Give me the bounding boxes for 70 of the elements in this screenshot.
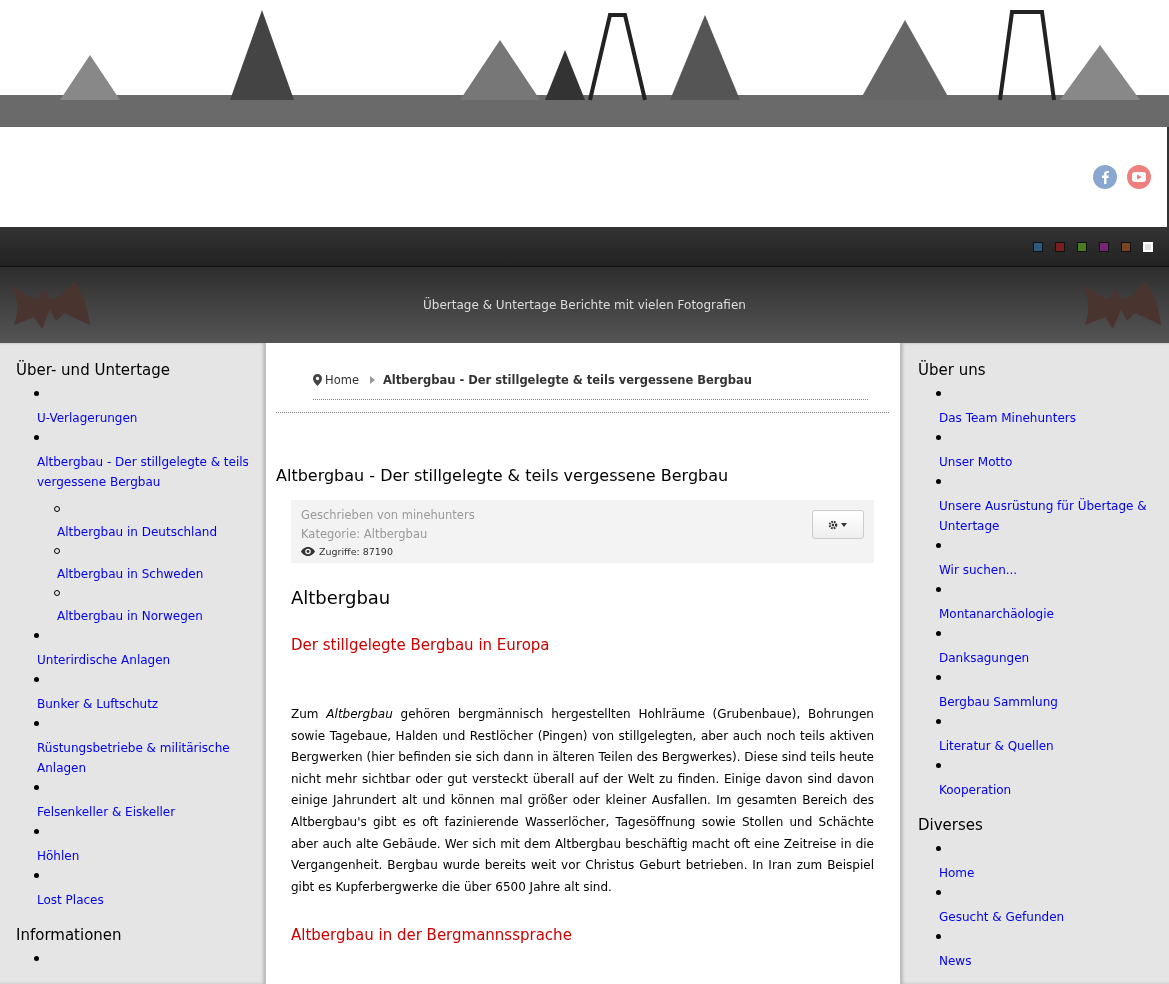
bullet-icon <box>936 846 941 851</box>
bullet-icon <box>936 763 941 768</box>
menu-link[interactable]: Gesucht & Gefunden <box>938 907 1154 927</box>
breadcrumb-current: Altbergbau - Der stillgelegte & teils vergessene Bergbau <box>382 373 752 387</box>
bullet-icon <box>936 479 941 484</box>
caret-icon <box>369 376 375 384</box>
theme-swatch[interactable] <box>1077 241 1087 252</box>
section-subheading: Altbergbau in der Bergmannssprache <box>291 926 573 945</box>
menu-title: Diverses <box>918 816 984 834</box>
bullet-icon <box>936 890 941 895</box>
bullet-icon <box>936 391 941 396</box>
menu-link[interactable]: Lost Places <box>36 890 252 910</box>
bullet-icon <box>34 435 39 440</box>
bullet-icon <box>936 675 941 680</box>
theme-swatch[interactable] <box>1033 241 1043 252</box>
menu-link[interactable]: Montanarchäologie <box>938 604 1154 624</box>
bullet-icon <box>34 633 39 638</box>
youtube-icon[interactable] <box>1127 165 1151 189</box>
bullet-icon <box>34 873 39 878</box>
bullet-icon <box>936 543 941 548</box>
menu-link[interactable]: Home <box>938 863 1154 883</box>
menu-link[interactable]: Bunker & Luftschutz <box>36 694 252 714</box>
theme-swatch[interactable] <box>1121 241 1131 252</box>
section-heading: Altbergbau <box>291 587 392 608</box>
section-subheading: Der stillgelegte Bergbau in Europa <box>291 636 551 654</box>
menu-link[interactable]: Altbergbau in Norwegen <box>56 606 266 626</box>
menu-link[interactable]: Danksagungen <box>938 648 1154 668</box>
theme-swatch[interactable] <box>1099 241 1109 252</box>
menu-link[interactable]: Felsenkeller & Eiskeller <box>36 802 252 822</box>
site-tagline: Übertage & Untertage Berichte mit vielen Fotografien <box>423 298 746 312</box>
map-pin-icon <box>313 374 322 386</box>
article-title: Altbergbau - Der stillgelegte & teils vergessene Bergbau <box>276 412 889 485</box>
menu-title: Über- und Untertage <box>16 361 171 379</box>
eye-icon <box>301 547 315 556</box>
settings-dropdown-button[interactable] <box>812 510 864 539</box>
theme-swatch[interactable] <box>1055 241 1065 252</box>
menu-link[interactable]: Altbergbau - Der stillgelegte & teils vergessene Bergbau <box>36 452 252 492</box>
bullet-icon <box>936 934 941 939</box>
menu-link[interactable]: Literatur & Quellen <box>938 736 1154 756</box>
menu-link[interactable]: Altbergbau in Schweden <box>56 564 266 584</box>
menu-link[interactable]: U-Verlagerungen <box>36 408 252 428</box>
bullet-icon <box>936 587 941 592</box>
menu-title: Über uns <box>918 361 987 379</box>
menu-link[interactable]: Kooperation <box>938 780 1154 800</box>
bullet-icon <box>34 391 39 396</box>
bullet-icon <box>936 631 941 636</box>
menu-link[interactable]: Unterirdische Anlagen <box>36 650 252 670</box>
breadcrumb-link[interactable]: Home <box>325 373 359 387</box>
bullet-icon <box>34 677 39 682</box>
article-paragraph: Zum Altbergbau gehören bergmännisch hergestellten Hohlräume (Grubenbaue), Bohrungen sowie Tagebaue, Halden und Restlöcher (Pingen) von stillgelegten, aber auch noch teils aktiven Bergwerken (hier befinden sie sich dann in älteren Teilen des Bergwerkes). Diese sind teils heute nicht mehr sichtbar oder gut versteckt überall auf der Welt zu finden. Einige davon sind davon einige Jahrundert alt und können mal größer oder kleiner Ausfallen. Im gesamten Bereich des Altbergbau's gibt es oft fazinierende Wasserlöcher, Tagesöffnung sowie Stollen und Schächte aber auch alte Gebäude. Wer sich mit dem Altbergbau beschäftig macht oft eine Zeitreise in die Vergangenheit. Bergbau wurde bereits weit vor Christus Geburt betrieben. In Iran zum Beispiel gibt es Kupferbergwerke die über 6500 Jahre alt sind. <box>291 706 874 896</box>
menu-link[interactable]: Rüstungsbetriebe & militärische Anlagen <box>36 738 252 778</box>
bullet-icon <box>34 829 39 834</box>
gear-icon <box>828 519 848 530</box>
bullet-icon <box>34 785 39 790</box>
menu-link[interactable]: Das Team Minehunters <box>938 408 1154 428</box>
menu-link[interactable]: Altbergbau in Deutschland <box>56 522 266 542</box>
menu-link[interactable]: Höhlen <box>36 846 252 866</box>
menu-link[interactable]: Bergbau Sammlung <box>938 692 1154 712</box>
menu-title: Informationen <box>16 926 123 944</box>
bullet-icon <box>936 435 941 440</box>
category-text: Kategorie: Altbergbau <box>301 526 429 543</box>
menu-link[interactable]: Wir suchen... <box>938 560 1154 580</box>
bullet-icon <box>34 721 39 726</box>
author-text: Geschrieben von minehunters <box>301 507 475 524</box>
facebook-icon[interactable] <box>1093 165 1117 189</box>
menu-link[interactable]: Unsere Ausrüstung für Übertage & Untertage <box>938 496 1154 536</box>
bullet-icon <box>936 719 941 724</box>
menu-link[interactable]: News <box>938 951 1154 971</box>
hits-count: Zugriffe: 87190 <box>319 546 393 557</box>
menu-link[interactable]: Unser Motto <box>938 452 1154 472</box>
